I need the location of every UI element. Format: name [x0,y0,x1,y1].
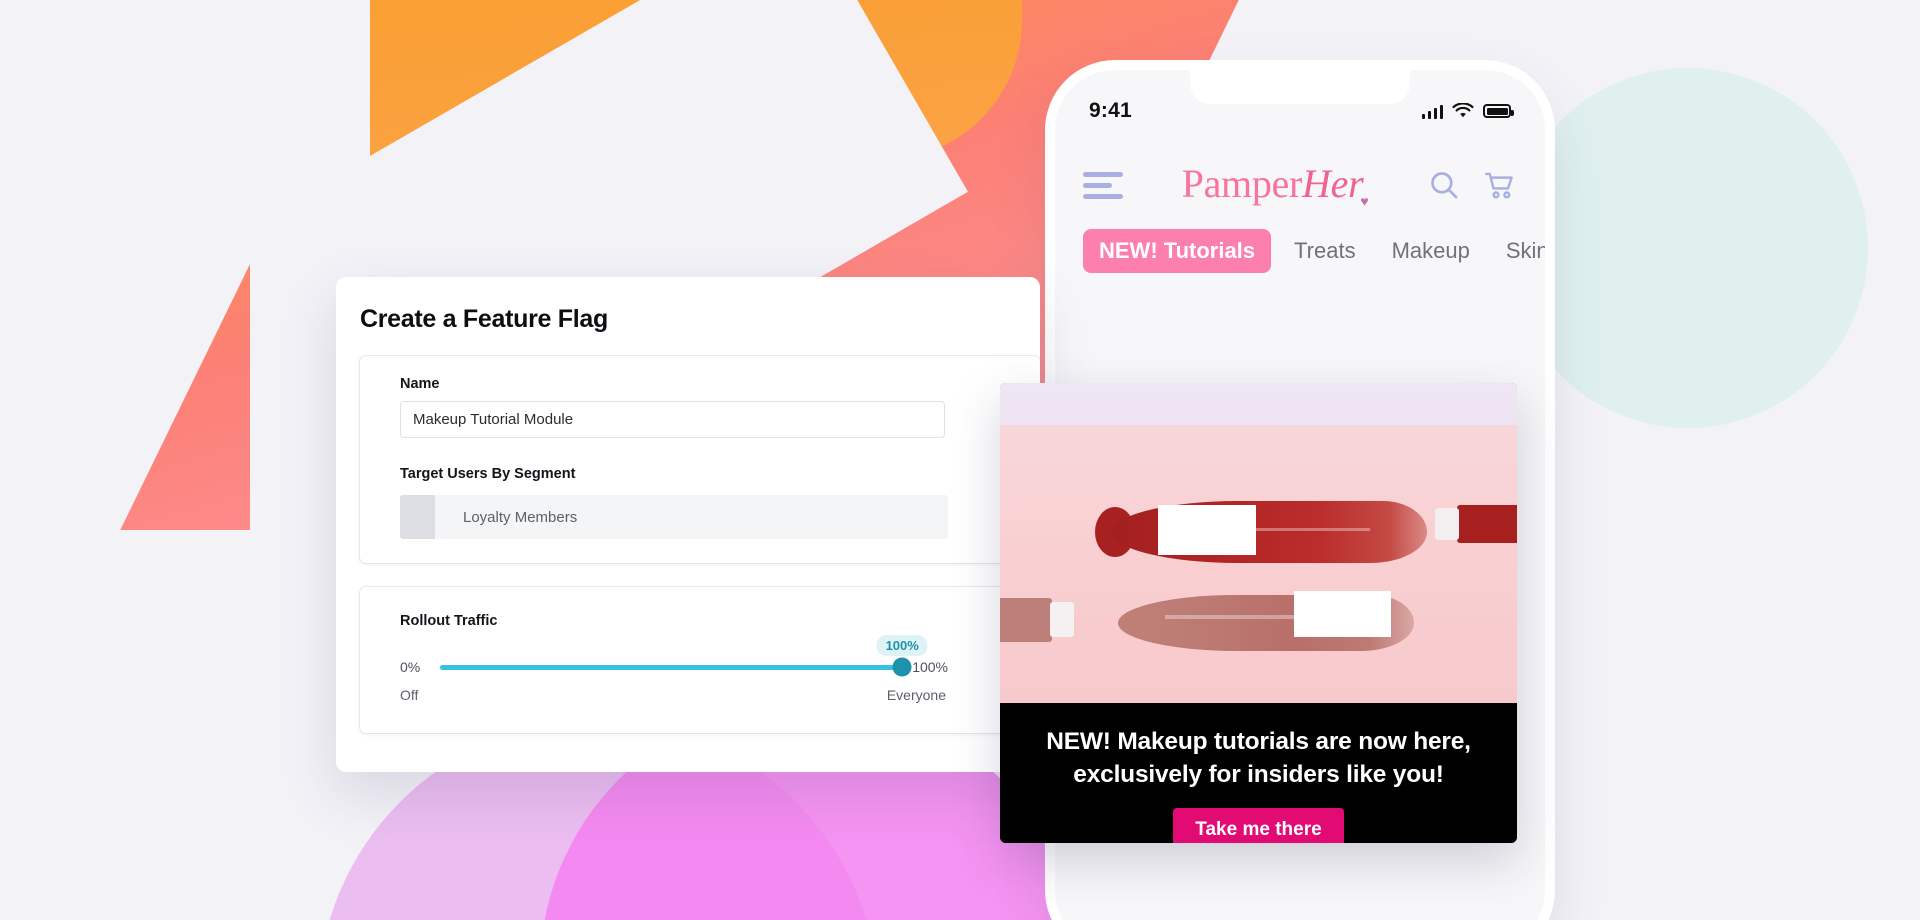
photo-top-band [1000,383,1517,425]
slider-min-caption: Off [400,687,419,703]
screenshot-root: 9:41 PamperHer♥ NEW! Tutorials Treats Ma… [0,0,1920,920]
flag-name-input[interactable] [400,401,945,438]
slider-fill [440,664,903,670]
rollout-traffic-panel: Rollout Traffic 0% 100% 100% Off Everyon… [360,587,1040,733]
mint-circle-shape [1508,68,1868,428]
tab-treats[interactable]: Treats [1281,238,1369,264]
shopping-cart-icon[interactable] [1483,168,1517,202]
app-bar-actions [1427,168,1517,202]
create-feature-flag-dialog: Create a Feature Flag Name Target Users … [336,277,1040,772]
tab-skincare[interactable]: Skincare [1493,238,1545,264]
signal-bars-icon [1421,104,1443,119]
take-me-there-button[interactable]: Take me there [1173,807,1344,843]
red-lipstick-tube [1457,505,1517,543]
slider-min-label: 0% [400,659,421,675]
heart-icon: ♥ [1360,194,1369,210]
segment-row[interactable]: Loyalty Members [400,495,948,539]
wifi-icon [1452,103,1474,118]
status-bar: 9:41 [1055,94,1545,128]
slider-track[interactable]: 100% [440,634,928,677]
dialog-title: Create a Feature Flag [360,305,608,333]
white-label-bottom [1294,591,1391,637]
rose-lipstick-tube-cap [1050,602,1074,637]
slider-value-badge: 100% [876,634,928,656]
name-field-label: Name [400,376,440,392]
lipstick-swatches-photo [1000,383,1517,703]
slider-max-label: 100% [912,659,948,675]
segment-section-label: Target Users By Segment [400,466,576,482]
category-tabs: NEW! Tutorials Treats Makeup Skincare [1055,220,1545,282]
slider-thumb[interactable] [892,657,912,677]
brand-logo: PamperHer♥ [1182,160,1369,211]
app-bar: PamperHer♥ [1055,152,1545,218]
banner-copy: NEW! Makeup tutorials are now here, excl… [1000,703,1517,843]
battery-icon [1483,104,1514,118]
search-icon[interactable] [1427,168,1461,202]
rollout-section-label: Rollout Traffic [400,613,498,629]
slider-captions: Off Everyone [400,687,948,703]
red-lipstick-tube-cap [1435,508,1459,540]
brand-name-part1: Pamper [1181,160,1303,206]
promo-banner-card: NEW! Makeup tutorials are now here, excl… [1000,383,1517,843]
tab-makeup[interactable]: Makeup [1379,238,1483,264]
rose-lipstick-tube [1000,598,1052,642]
banner-headline: NEW! Makeup tutorials are now here, excl… [1046,728,1471,789]
brand-name-part2: Her [1302,160,1364,206]
rollout-slider-wrapper: 0% 100% 100% Off Everyone [400,634,948,703]
status-icons [1421,103,1514,119]
drag-handle-icon[interactable] [400,495,435,539]
slider-row: 0% 100% 100% [400,634,948,677]
hamburger-menu-icon[interactable] [1083,171,1123,199]
status-time: 9:41 [1089,99,1132,122]
flag-details-panel: Name Target Users By Segment Loyalty Mem… [360,356,1040,563]
slider-max-caption: Everyone [886,687,946,703]
tab-new-tutorials[interactable]: NEW! Tutorials [1083,229,1272,273]
segment-name: Loyalty Members [463,508,578,526]
white-label-top [1158,505,1256,555]
